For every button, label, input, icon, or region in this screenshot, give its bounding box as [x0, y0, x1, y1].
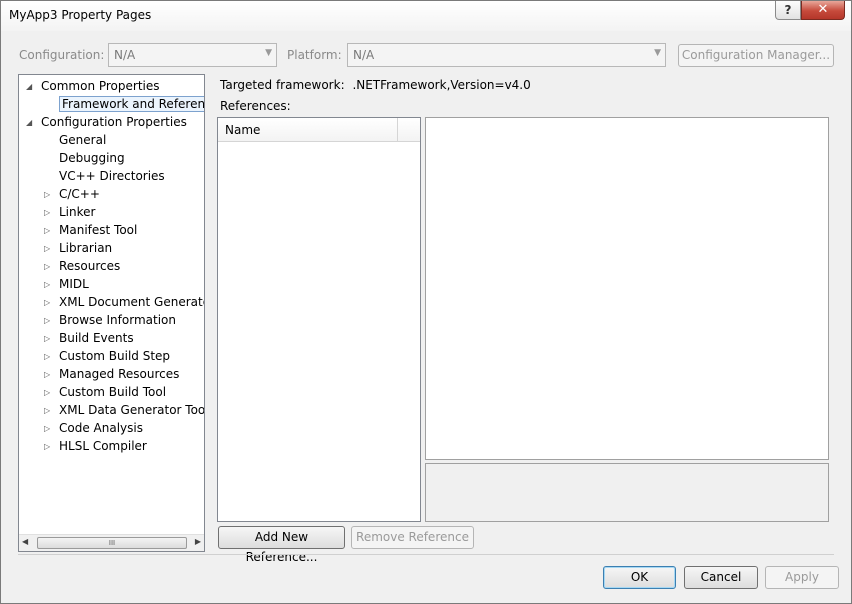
- tree-item[interactable]: Framework and References: [59, 96, 204, 114]
- platform-label: Platform:: [287, 48, 342, 62]
- tree-item-label: VC++ Directories: [59, 169, 165, 183]
- tree-item-label: Custom Build Step: [59, 349, 171, 363]
- tree-item[interactable]: ▷ Browse Information: [44, 312, 176, 330]
- tree-item[interactable]: ▷ HLSL Compiler: [44, 438, 147, 456]
- tree-item-label: General: [59, 133, 107, 147]
- tree-item[interactable]: ▷ Managed Resources: [44, 366, 180, 384]
- tree-horizontal-scrollbar[interactable]: ◀ III ▶: [19, 534, 204, 551]
- targeted-framework-line: Targeted framework: .NETFramework,Versio…: [220, 78, 531, 92]
- collapse-arrow-icon[interactable]: ◢: [26, 78, 32, 95]
- remove-reference-button[interactable]: Remove Reference: [351, 526, 474, 549]
- tree-item[interactable]: ◢ Common Properties: [26, 78, 160, 96]
- targeted-framework-value: .NETFramework,Version=v4.0: [352, 78, 531, 92]
- tree-item-label: Debugging: [59, 151, 125, 165]
- close-button[interactable]: ✕: [801, 1, 845, 20]
- tree-item-label: Browse Information: [59, 313, 176, 327]
- scroll-left-icon[interactable]: ◀: [22, 537, 28, 546]
- tree-item[interactable]: ▷ Custom Build Step: [44, 348, 171, 366]
- expand-arrow-icon[interactable]: ▷: [44, 330, 50, 347]
- expand-arrow-icon[interactable]: ▷: [44, 384, 50, 401]
- list-header: Name: [218, 118, 420, 142]
- expand-arrow-icon[interactable]: ▷: [44, 276, 50, 293]
- tree-item-label: HLSL Compiler: [59, 439, 147, 453]
- platform-value: N/A: [353, 48, 375, 62]
- tree-item[interactable]: General: [59, 132, 106, 150]
- reference-properties-grid[interactable]: [425, 117, 829, 460]
- footer-divider: [18, 554, 834, 555]
- tree-item-label: Build Events: [59, 331, 134, 345]
- tree-item-label: Framework and References: [59, 96, 204, 112]
- tree-item[interactable]: ◢ Configuration Properties: [26, 114, 187, 132]
- tree-item-label: XML Data Generator Tool: [59, 403, 205, 417]
- title-bar: MyApp3 Property Pages ? ✕: [1, 1, 851, 31]
- tree-item[interactable]: ▷ Linker: [44, 204, 96, 222]
- expand-arrow-icon[interactable]: ▷: [44, 348, 50, 365]
- help-button[interactable]: ?: [775, 1, 801, 20]
- targeted-framework-label: Targeted framework:: [220, 78, 345, 92]
- tree-item-label: Managed Resources: [59, 367, 180, 381]
- tree-item-label: Custom Build Tool: [59, 385, 167, 399]
- tree-item[interactable]: VC++ Directories: [59, 168, 165, 186]
- chevron-down-icon: ▼: [265, 48, 272, 58]
- tree-item-label: Linker: [59, 205, 96, 219]
- tree-item[interactable]: ▷ XML Data Generator Tool: [44, 402, 205, 420]
- expand-arrow-icon[interactable]: ▷: [44, 258, 50, 275]
- property-tree[interactable]: ◢ Common Properties Framework and Referenc…: [18, 74, 205, 552]
- tree-item-label: Common Properties: [41, 79, 160, 93]
- expand-arrow-icon[interactable]: ▷: [44, 312, 50, 329]
- tree-item[interactable]: ▷ Librarian: [44, 240, 113, 258]
- window-title: MyApp3 Property Pages: [9, 8, 152, 22]
- chevron-down-icon: ▼: [654, 48, 661, 58]
- expand-arrow-icon[interactable]: ▷: [44, 366, 50, 383]
- references-label: References:: [220, 99, 291, 113]
- add-new-reference-button[interactable]: Add New Reference...: [218, 526, 345, 564]
- scroll-thumb[interactable]: III: [37, 537, 187, 549]
- expand-arrow-icon[interactable]: ▷: [44, 240, 50, 257]
- tree-item[interactable]: ▷ Manifest Tool: [44, 222, 138, 240]
- tree-item-label: Resources: [59, 259, 121, 273]
- tree-item[interactable]: ▷ Resources: [44, 258, 121, 276]
- expand-arrow-icon[interactable]: ▷: [44, 420, 50, 437]
- cancel-button[interactable]: Cancel: [684, 566, 758, 589]
- property-pages-dialog: MyApp3 Property Pages ? ✕ Configuration:…: [0, 0, 852, 604]
- expand-arrow-icon[interactable]: ▷: [44, 294, 50, 311]
- references-list[interactable]: Name: [217, 117, 421, 522]
- tree-item[interactable]: ▷ Code Analysis: [44, 420, 143, 438]
- configuration-value: N/A: [114, 48, 136, 62]
- expand-arrow-icon[interactable]: ▷: [44, 204, 50, 221]
- expand-arrow-icon[interactable]: ▷: [44, 222, 50, 239]
- platform-combo[interactable]: N/A ▼: [347, 43, 666, 67]
- apply-button[interactable]: Apply: [765, 566, 839, 589]
- column-separator[interactable]: [397, 118, 398, 142]
- tree-item[interactable]: ▷ Custom Build Tool: [44, 384, 167, 402]
- ok-button[interactable]: OK: [603, 566, 676, 589]
- tree-item-label: MIDL: [59, 277, 89, 291]
- tree-item[interactable]: ▷ Build Events: [44, 330, 134, 348]
- configuration-manager-button[interactable]: Configuration Manager...: [678, 44, 834, 67]
- tree-item[interactable]: ▷ C/C++: [44, 186, 100, 204]
- tree-item-label: Librarian: [59, 241, 113, 255]
- configuration-combo[interactable]: N/A ▼: [108, 43, 277, 67]
- expand-arrow-icon[interactable]: ▷: [44, 438, 50, 455]
- property-description-pane: [425, 463, 829, 522]
- tree-item-label: C/C++: [59, 187, 100, 201]
- expand-arrow-icon[interactable]: ▷: [44, 402, 50, 419]
- tree-item-label: XML Document Generator: [59, 295, 205, 309]
- collapse-arrow-icon[interactable]: ◢: [26, 114, 32, 131]
- tree-item-label: Configuration Properties: [41, 115, 187, 129]
- tree-item[interactable]: ▷ XML Document Generator: [44, 294, 205, 312]
- expand-arrow-icon[interactable]: ▷: [44, 186, 50, 203]
- configuration-label: Configuration:: [19, 48, 105, 62]
- tree-item-label: Manifest Tool: [59, 223, 138, 237]
- column-header-name[interactable]: Name: [225, 123, 260, 137]
- scroll-right-icon[interactable]: ▶: [195, 537, 201, 546]
- tree-item-label: Code Analysis: [59, 421, 143, 435]
- tree-item[interactable]: ▷ MIDL: [44, 276, 89, 294]
- tree-item[interactable]: Debugging: [59, 150, 125, 168]
